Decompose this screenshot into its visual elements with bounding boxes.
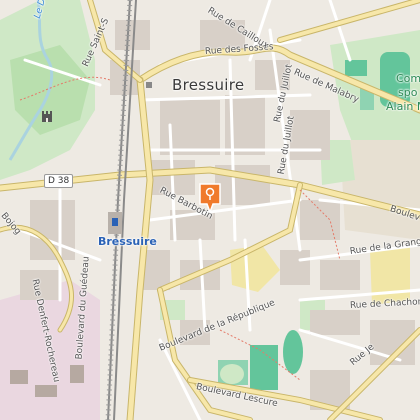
sport-complex-label-line3: Alain M	[386, 100, 420, 113]
sport-complex-label-line2: spo	[398, 86, 418, 99]
sport-complex-label-line1: Com	[396, 72, 420, 85]
map-viewport[interactable]: Bressuire Bressuire D 38 Rue Saint-S Rue…	[0, 0, 420, 420]
map-pin-icon[interactable]	[198, 182, 222, 214]
station-label[interactable]: Bressuire	[98, 236, 157, 247]
route-shield-d38: D 38	[44, 174, 74, 188]
church-icon	[146, 82, 152, 88]
town-label: Bressuire	[172, 76, 245, 94]
sports-field-south	[250, 345, 278, 390]
castle-icon	[42, 111, 52, 122]
